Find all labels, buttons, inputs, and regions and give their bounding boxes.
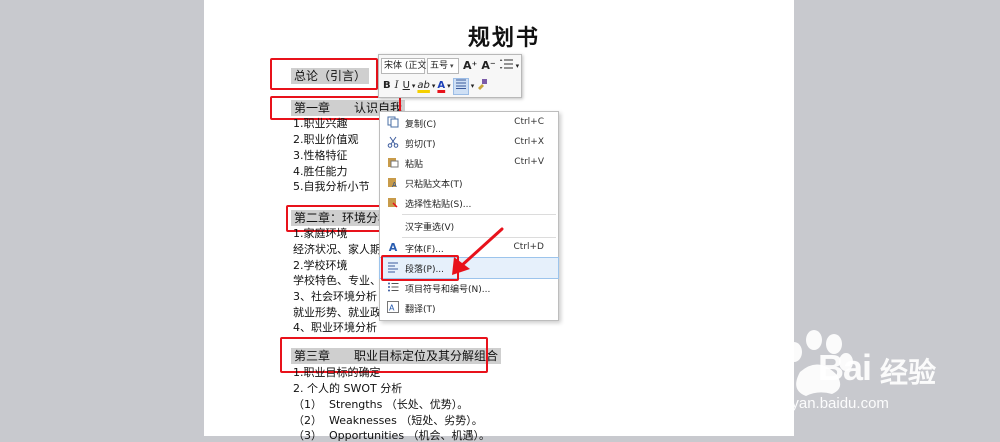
menu-item-paste-special[interactable]: 选择性粘贴(S)... — [380, 193, 558, 213]
chapter2-item[interactable]: 学校特色、专业、 — [293, 274, 381, 287]
chevron-down-icon[interactable]: ▾ — [471, 82, 475, 90]
context-menu: 复制(C) Ctrl+C 剪切(T) Ctrl+X 粘贴 Ctrl+V A 只粘… — [379, 111, 559, 321]
menu-item-paste[interactable]: 粘贴 Ctrl+V — [380, 153, 558, 173]
menu-item-label: 字体(F)... — [405, 245, 444, 255]
svg-text:A: A — [392, 181, 397, 188]
font-name-value: 宋体 (正文 — [384, 61, 427, 71]
paste-icon — [386, 156, 400, 170]
chapter2-item[interactable]: 3、社会环境分析 — [293, 290, 377, 303]
menu-item-label: 复制(C) — [405, 120, 437, 130]
font-size-value: 五号 — [430, 61, 449, 71]
bullets-icon — [386, 281, 400, 295]
chapter2-item[interactable]: 4、职业环境分析 — [293, 321, 377, 334]
grow-font-button[interactable]: A⁺ — [463, 59, 477, 73]
menu-item-shortcut: Ctrl+V — [514, 157, 544, 167]
menu-item-cut[interactable]: 剪切(T) Ctrl+X — [380, 133, 558, 153]
annotation-arrow-icon — [452, 227, 504, 275]
menu-item-shortcut: Ctrl+X — [514, 137, 544, 147]
translate-icon: A — [386, 301, 400, 315]
chapter3-item[interactable]: 1.职业目标的确定 — [293, 366, 381, 379]
align-icon[interactable] — [452, 77, 469, 95]
chapter2-item[interactable]: 1.家庭环境 — [293, 227, 348, 240]
chapter1-item[interactable]: 2.职业价值观 — [293, 133, 359, 146]
shrink-font-button[interactable]: A⁻ — [481, 59, 495, 73]
menu-item-paste-text-only[interactable]: A 只粘贴文本(T) — [380, 173, 558, 193]
menu-item-shortcut: Ctrl+D — [513, 242, 545, 252]
line-spacing-icon[interactable] — [499, 58, 514, 75]
format-painter-icon[interactable] — [476, 78, 488, 95]
chevron-down-icon[interactable]: ▾ — [516, 62, 520, 70]
chapter3-item[interactable]: 2. 个人的 SWOT 分析 — [293, 382, 402, 395]
menu-item-translate[interactable]: A 翻译(T) — [380, 298, 558, 318]
chapter1-item[interactable]: 4.胜任能力 — [293, 165, 348, 178]
chevron-down-icon[interactable]: ▾ — [447, 82, 451, 90]
menu-item-label: 选择性粘贴(S)... — [405, 200, 472, 210]
chapter2-item[interactable]: 2.学校环境 — [293, 259, 348, 272]
copy-icon — [386, 116, 400, 130]
chapter1-item[interactable]: 1.职业兴趣 — [293, 117, 348, 130]
document-title: 规划书 — [468, 25, 541, 51]
underline-button[interactable]: U — [403, 79, 410, 93]
watermark-brand-cn: 经验 — [880, 356, 937, 389]
paste-text-icon: A — [386, 176, 400, 190]
italic-button[interactable]: I — [395, 79, 399, 93]
menu-item-copy[interactable]: 复制(C) Ctrl+C — [380, 113, 558, 133]
chevron-down-icon[interactable]: ▾ — [412, 82, 416, 90]
chapter1-item[interactable]: 5.自我分析小节 — [293, 180, 370, 193]
highlight-button[interactable]: ab — [417, 79, 429, 93]
font-icon: A — [388, 241, 398, 254]
chapter3-item[interactable]: （2） Weaknesses （短处、劣势）。 — [293, 414, 483, 427]
menu-item-label: 翻译(T) — [405, 305, 436, 315]
chevron-down-icon: ▾ — [450, 62, 454, 70]
menu-item-label: 只粘贴文本(T) — [405, 180, 463, 190]
bold-button[interactable]: B — [383, 79, 391, 93]
chapter1-item[interactable]: 3.性格特征 — [293, 149, 348, 162]
chapter2-item[interactable]: 经济状况、家人期望 — [293, 243, 392, 256]
mini-format-toolbar: 宋体 (正文 ▾ 五号 ▾ A⁺ A⁻ ▾ B I U ▾ ab ▾ A ▾ ▾ — [378, 54, 522, 98]
menu-separator — [402, 214, 556, 215]
watermark-url: jingyan.baidu.com — [768, 395, 889, 412]
font-name-select[interactable]: 宋体 (正文 ▾ — [381, 58, 432, 74]
font-size-select[interactable]: 五号 ▾ — [427, 58, 459, 74]
menu-item-shortcut: Ctrl+C — [514, 117, 544, 127]
chapter3-item[interactable]: （1） Strengths （长处、优势）。 — [293, 398, 468, 411]
font-color-button[interactable]: A — [437, 79, 445, 93]
paste-special-icon — [386, 196, 400, 210]
menu-item-label: 粘贴 — [405, 160, 424, 170]
scissors-icon — [386, 136, 400, 150]
chevron-down-icon[interactable]: ▾ — [432, 82, 436, 90]
menu-item-label: 剪切(T) — [405, 140, 436, 150]
annotation-box-intro — [270, 58, 378, 90]
watermark-brand: Bai — [818, 347, 872, 388]
chapter2-item[interactable]: 就业形势、就业政 — [293, 306, 381, 319]
svg-text:A: A — [389, 304, 395, 313]
